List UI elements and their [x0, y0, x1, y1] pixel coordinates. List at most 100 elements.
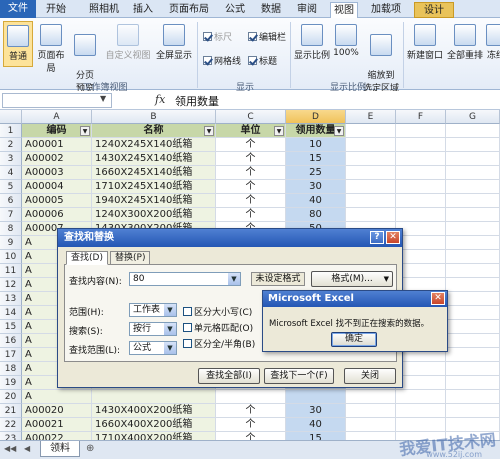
table-cell[interactable]	[396, 194, 446, 208]
row-header[interactable]: 7	[0, 208, 22, 222]
table-cell[interactable]: A00001	[22, 138, 92, 152]
match-case-checkbox[interactable]: 区分大小写(C)	[183, 305, 252, 318]
table-cell[interactable]: 1430X400X200纸箱	[92, 404, 216, 418]
close-icon[interactable]: ✕	[386, 231, 400, 244]
table-cell[interactable]	[446, 390, 500, 404]
table-cell[interactable]: 1940X245X140纸箱	[92, 194, 216, 208]
table-cell[interactable]	[396, 390, 446, 404]
table-cell[interactable]	[92, 390, 216, 404]
row-header[interactable]: 9	[0, 236, 22, 250]
row-header[interactable]: 22	[0, 418, 22, 432]
table-header-cell[interactable]: 编码 ▼	[22, 124, 92, 138]
name-box-dropdown-icon[interactable]: ▼	[100, 94, 106, 103]
tab-design[interactable]: 设计	[414, 2, 454, 18]
normal-view-button[interactable]: 普通	[3, 21, 33, 67]
table-cell[interactable]: 个	[216, 208, 286, 222]
table-cell[interactable]	[446, 222, 500, 236]
row-header[interactable]: 12	[0, 278, 22, 292]
table-cell[interactable]: 1710X245X140纸箱	[92, 180, 216, 194]
table-cell[interactable]: A00005	[22, 194, 92, 208]
chevron-down-icon[interactable]: ▼	[164, 304, 176, 316]
table-cell[interactable]: 30	[286, 404, 346, 418]
table-cell[interactable]: 25	[286, 166, 346, 180]
row-header[interactable]: 17	[0, 348, 22, 362]
row-header[interactable]: 21	[0, 404, 22, 418]
table-cell[interactable]	[446, 404, 500, 418]
table-cell[interactable]: 个	[216, 432, 286, 440]
prev-sheet-icon[interactable]: ◀	[24, 444, 30, 453]
tab-page-layout[interactable]: 页面布局	[164, 2, 214, 18]
chevron-down-icon[interactable]: ▼	[164, 323, 176, 335]
table-cell[interactable]	[396, 362, 446, 376]
match-cell-checkbox[interactable]: 单元格匹配(O)	[183, 321, 253, 334]
table-cell[interactable]	[446, 376, 500, 390]
find-all-button[interactable]: 查找全部(I)	[198, 368, 260, 384]
table-cell[interactable]	[396, 250, 446, 264]
table-cell[interactable]	[346, 152, 396, 166]
row-header[interactable]: 16	[0, 334, 22, 348]
table-cell[interactable]	[446, 236, 500, 250]
row-header[interactable]: 10	[0, 250, 22, 264]
filter-dropdown-icon[interactable]: ▼	[274, 126, 284, 136]
table-cell[interactable]	[346, 138, 396, 152]
table-cell[interactable]: 个	[216, 166, 286, 180]
table-cell[interactable]	[346, 180, 396, 194]
column-header-c[interactable]: C	[216, 110, 286, 124]
table-cell[interactable]	[396, 208, 446, 222]
row-header[interactable]: 20	[0, 390, 22, 404]
table-cell[interactable]	[446, 348, 500, 362]
arrange-all-button[interactable]: 全部重排	[446, 21, 484, 67]
filter-dropdown-icon[interactable]: ▼	[204, 126, 214, 136]
table-cell[interactable]	[446, 320, 500, 334]
table-cell[interactable]	[396, 152, 446, 166]
help-icon[interactable]: ?	[370, 231, 384, 244]
table-cell[interactable]: A00003	[22, 166, 92, 180]
tab-data[interactable]: 数据	[258, 2, 284, 18]
sheet-tab[interactable]: 领料	[40, 441, 80, 457]
table-cell[interactable]: 1430X245X140纸箱	[92, 152, 216, 166]
table-cell[interactable]: A00002	[22, 152, 92, 166]
row-header[interactable]: 6	[0, 194, 22, 208]
row-header[interactable]: 15	[0, 320, 22, 334]
table-cell[interactable]: 40	[286, 418, 346, 432]
table-cell[interactable]	[346, 166, 396, 180]
table-cell[interactable]	[346, 208, 396, 222]
format-button[interactable]: 格式(M)... ▼	[311, 271, 393, 287]
table-header-cell[interactable]: 领用数量 ▼	[286, 124, 346, 138]
table-cell[interactable]	[396, 418, 446, 432]
table-cell[interactable]	[216, 390, 286, 404]
tab-replace[interactable]: 替换(P)	[110, 251, 151, 265]
first-sheet-icon[interactable]: ◀◀	[4, 444, 16, 453]
tab-file[interactable]: 文件	[0, 0, 36, 18]
table-cell[interactable]	[346, 194, 396, 208]
tab-home[interactable]: 开始	[40, 2, 72, 18]
table-cell[interactable]	[396, 236, 446, 250]
ruler-checkbox[interactable]: 标尺	[203, 30, 232, 43]
formula-input[interactable]: 领用数量	[175, 93, 219, 109]
table-cell[interactable]	[396, 124, 446, 138]
table-cell[interactable]	[286, 390, 346, 404]
column-header-g[interactable]: G	[446, 110, 500, 124]
table-cell[interactable]	[346, 124, 396, 138]
table-cell[interactable]	[346, 418, 396, 432]
table-cell[interactable]	[446, 362, 500, 376]
table-cell[interactable]: 1660X245X140纸箱	[92, 166, 216, 180]
custom-view-button[interactable]: 自定义视图	[104, 21, 152, 67]
table-cell[interactable]: 30	[286, 180, 346, 194]
table-cell[interactable]	[396, 138, 446, 152]
table-cell[interactable]: A00021	[22, 418, 92, 432]
table-cell[interactable]: A00004	[22, 180, 92, 194]
new-window-button[interactable]: 新建窗口	[406, 21, 444, 67]
table-cell[interactable]	[446, 334, 500, 348]
filter-dropdown-icon[interactable]: ▼	[80, 126, 90, 136]
table-cell[interactable]	[396, 404, 446, 418]
table-cell[interactable]	[446, 250, 500, 264]
row-header[interactable]: 8	[0, 222, 22, 236]
table-cell[interactable]	[446, 180, 500, 194]
column-header-d[interactable]: D	[286, 110, 346, 124]
table-cell[interactable]: 个	[216, 418, 286, 432]
table-cell[interactable]: 个	[216, 138, 286, 152]
table-cell[interactable]: 15	[286, 432, 346, 440]
row-header[interactable]: 11	[0, 264, 22, 278]
table-cell[interactable]	[446, 278, 500, 292]
